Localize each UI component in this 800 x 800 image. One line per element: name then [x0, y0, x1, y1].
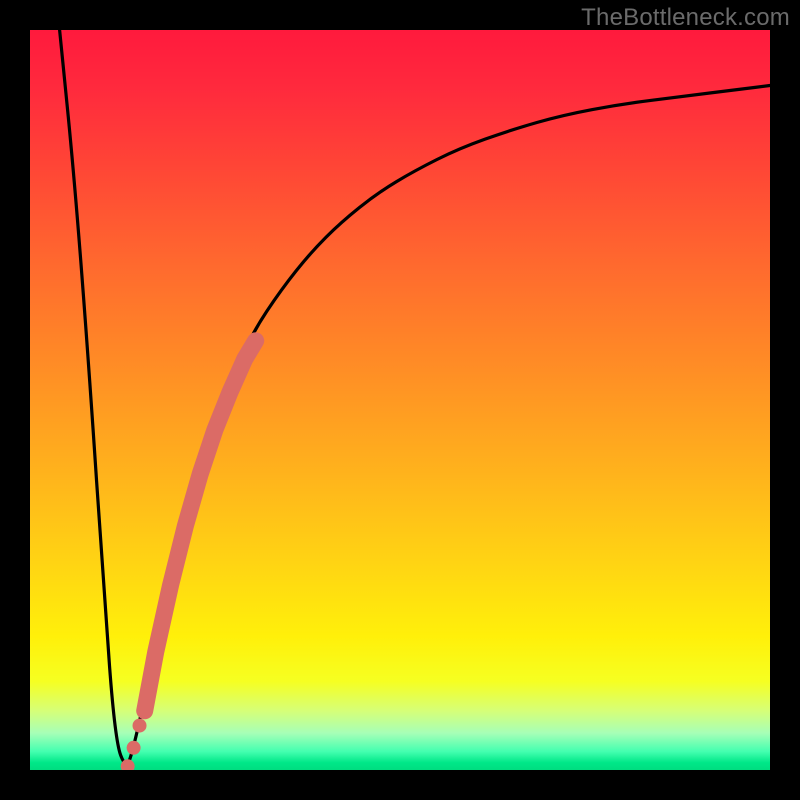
plot-area [30, 30, 770, 770]
chart-svg [30, 30, 770, 770]
bottleneck-curve-path [60, 30, 770, 764]
data-point [133, 719, 147, 733]
chart-frame: TheBottleneck.com [0, 0, 800, 800]
data-point [127, 741, 141, 755]
highlight-segment [145, 341, 256, 711]
watermark-text: TheBottleneck.com [581, 4, 790, 32]
